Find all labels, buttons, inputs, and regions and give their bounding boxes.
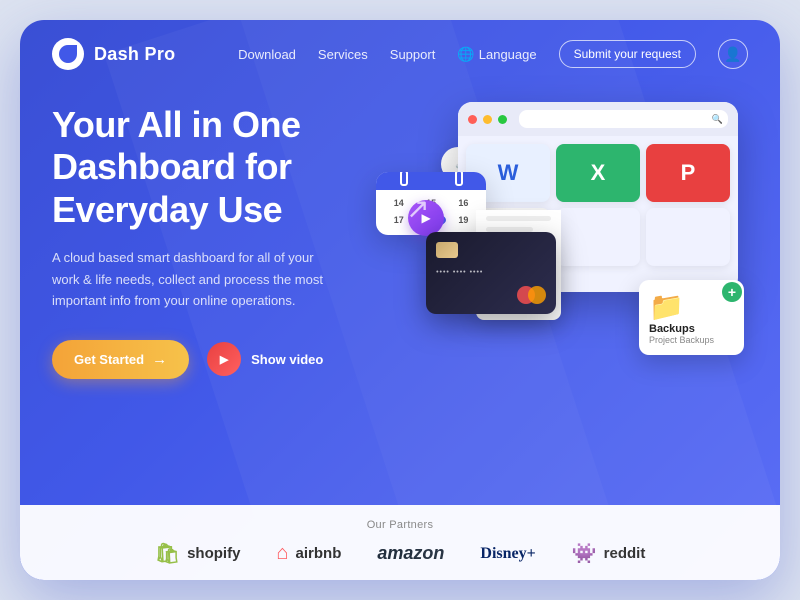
arrow-decoration: ↗ [406, 192, 429, 225]
arrow-icon: → [152, 351, 167, 368]
partner-airbnb[interactable]: ⌂ airbnb [276, 542, 341, 565]
search-icon: 🔍 [712, 114, 723, 125]
hero-description: A cloud based smart dashboard for all of… [52, 247, 342, 311]
disney-label: Disney+ [480, 545, 535, 563]
backups-icon-container: + 📁 [649, 290, 734, 323]
partner-amazon[interactable]: amazon [377, 543, 444, 564]
browser-search-bar: 🔍 [519, 110, 728, 128]
hero-section: Your All in One Dashboard for Everyday U… [20, 82, 780, 452]
globe-icon: 🌐 [457, 46, 474, 63]
partners-label: Our Partners [367, 519, 434, 531]
nav-links: Download Services Support 🌐 Language Sub… [238, 39, 748, 69]
logo-icon [52, 38, 84, 70]
partner-disney[interactable]: Disney+ [480, 545, 535, 563]
backups-subtitle: Project Backups [649, 335, 734, 345]
backups-title: Backups [649, 323, 734, 335]
card-chip [436, 242, 458, 258]
cal-day-19: 19 [449, 213, 478, 227]
tile-excel: X [556, 144, 640, 202]
submit-request-button[interactable]: Submit your request [559, 40, 696, 68]
shopify-label: shopify [187, 545, 240, 562]
airbnb-icon: ⌂ [276, 542, 288, 565]
get-started-label: Get Started [74, 352, 144, 367]
tile-powerpoint: P [646, 144, 730, 202]
tile-blank-1 [556, 208, 640, 266]
mc-circle-orange [528, 286, 546, 304]
nav-download[interactable]: Download [238, 47, 296, 62]
mastercard-icon [517, 286, 546, 304]
reddit-icon: 👾 [572, 541, 597, 566]
cal-ring-right [455, 172, 463, 186]
cal-ring-left [400, 172, 408, 186]
main-card: Dash Pro Download Services Support 🌐 Lan… [20, 20, 780, 580]
nav-support[interactable]: Support [390, 47, 436, 62]
backups-widget: + 📁 Backups Project Backups [639, 280, 744, 355]
nav-services[interactable]: Services [318, 47, 368, 62]
tile-blank-2 [646, 208, 730, 266]
backups-plus-icon: + [722, 282, 742, 302]
partners-row: 🛍 shopify ⌂ airbnb amazon Disney+ 👾 redd… [60, 541, 740, 566]
card-number: •••• •••• •••• [436, 269, 546, 276]
show-video-label: Show video [251, 352, 323, 367]
user-avatar[interactable]: 👤 [718, 39, 748, 69]
hero-left: Your All in One Dashboard for Everyday U… [52, 92, 386, 452]
airbnb-label: airbnb [296, 545, 342, 562]
calendar-header [376, 172, 486, 190]
partner-shopify[interactable]: 🛍 shopify [155, 541, 241, 566]
dot-red [468, 115, 477, 124]
reddit-label: reddit [604, 545, 646, 562]
brand-name: Dash Pro [94, 44, 175, 65]
dot-yellow [483, 115, 492, 124]
partners-section: Our Partners 🛍 shopify ⌂ airbnb amazon D… [20, 505, 780, 580]
logo[interactable]: Dash Pro [52, 38, 175, 70]
hero-title: Your All in One Dashboard for Everyday U… [52, 104, 386, 231]
receipt-line-1 [486, 216, 551, 221]
hero-right: ☁️ 🔍 W X P 🏔️ [386, 92, 748, 452]
shopify-icon: 🛍 [155, 541, 180, 566]
show-video-button[interactable]: ▶ Show video [207, 342, 323, 376]
nav-language[interactable]: 🌐 Language [457, 46, 536, 63]
folder-icon: 📁 [649, 291, 684, 322]
play-icon: ▶ [207, 342, 241, 376]
cal-day-16: 16 [449, 196, 478, 210]
browser-topbar: 🔍 [458, 102, 738, 136]
amazon-label: amazon [377, 543, 444, 564]
partner-reddit[interactable]: 👾 reddit [572, 541, 646, 566]
card-logo [436, 286, 546, 304]
navbar: Dash Pro Download Services Support 🌐 Lan… [20, 20, 780, 82]
nav-lang-label: Language [479, 47, 537, 62]
hero-actions: Get Started → ▶ Show video [52, 340, 386, 379]
user-icon: 👤 [724, 46, 741, 63]
credit-card-widget: •••• •••• •••• [426, 232, 556, 314]
dot-green [498, 115, 507, 124]
get-started-button[interactable]: Get Started → [52, 340, 189, 379]
